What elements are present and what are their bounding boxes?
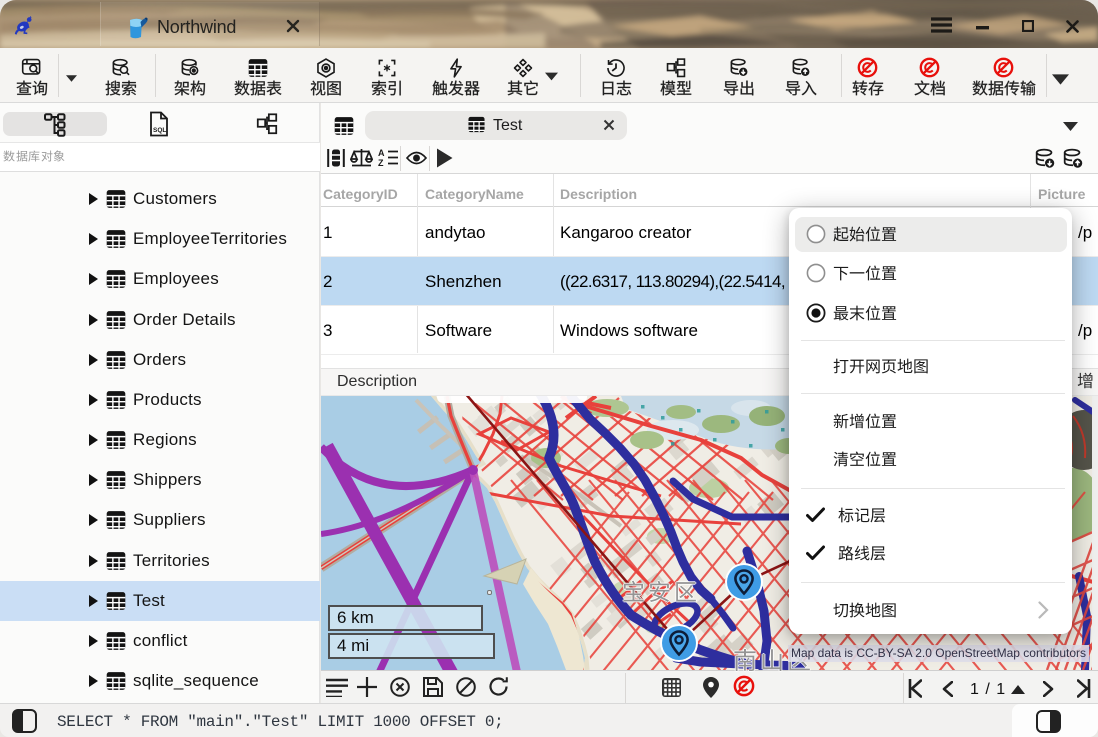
svg-text:Z: Z: [378, 158, 384, 167]
svg-text:A: A: [378, 148, 385, 158]
svg-text:SQL: SQL: [153, 127, 166, 134]
